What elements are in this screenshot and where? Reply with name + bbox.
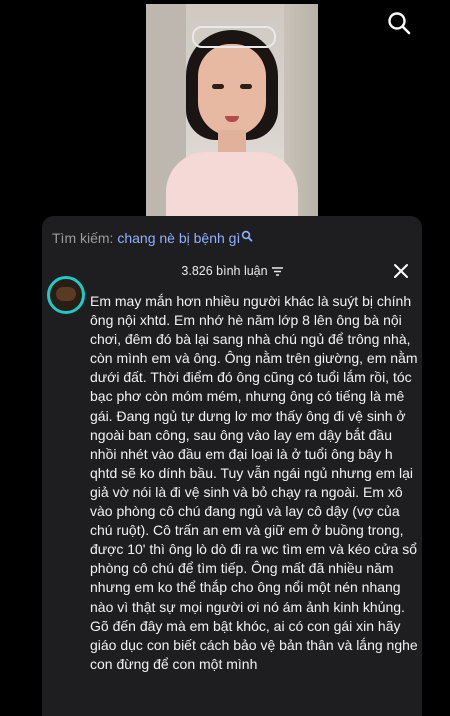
video-person-glasses [192, 26, 276, 48]
video-preview[interactable] [146, 4, 318, 216]
search-icon [388, 12, 411, 35]
search-suggestion-prefix: Tìm kiếm: [52, 230, 114, 246]
comments-panel: Tìm kiếm: chang nè bị bệnh gì 3.826 bình… [42, 216, 422, 716]
video-person-shirt [166, 152, 298, 216]
close-button[interactable] [392, 262, 410, 280]
close-icon [394, 264, 408, 278]
search-suggestion-query[interactable]: chang nè bị bệnh gì [117, 230, 240, 246]
comment-text: Em may mắn hơn nhiều người khác là suýt … [90, 293, 418, 672]
search-suggestion[interactable]: Tìm kiếm: chang nè bị bệnh gì [52, 228, 382, 248]
comments-count: 3.826 bình luận [181, 264, 268, 278]
video-person-eye-left [212, 84, 224, 89]
search-button[interactable] [386, 10, 412, 36]
avatar-image [56, 287, 76, 301]
sort-icon[interactable] [271, 263, 283, 281]
comments-count-header: 3.826 bình luận [42, 262, 422, 280]
video-person-eye-right [240, 84, 252, 89]
magnifier-icon [241, 228, 253, 248]
avatar[interactable] [47, 276, 85, 314]
video-person-face [198, 44, 266, 136]
